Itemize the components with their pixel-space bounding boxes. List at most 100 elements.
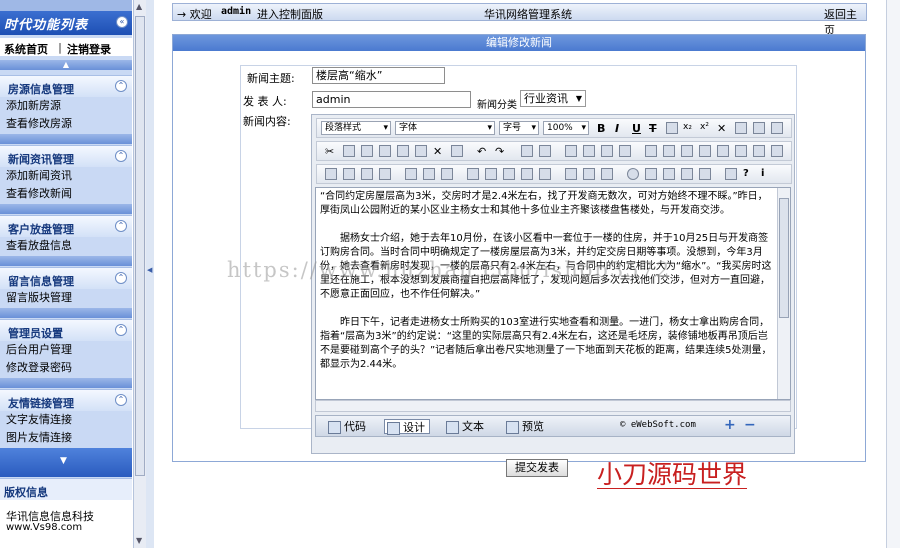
outdent-icon[interactable] [601,145,613,157]
submit-button[interactable]: 提交发表 [506,459,568,477]
section-header-house[interactable]: 房源信息管理 ⌃ [0,75,132,97]
main-scrollbar[interactable] [886,0,900,548]
style-icon[interactable] [699,145,711,157]
marquee-icon[interactable] [503,168,515,180]
author-input[interactable]: admin [312,91,471,108]
section-header-links[interactable]: 友情链接管理 ⌃ [0,389,132,411]
editor-content[interactable]: “合同约定房屋层高为3米，交房时才是2.4米左右，找了开发商无数次，可对方始终不… [315,187,791,400]
page-break-icon[interactable] [699,168,711,180]
scroll-down-icon[interactable]: ▼ [136,536,142,545]
logout-link[interactable]: 注销登录 [67,41,111,57]
sidebar-item-message-board[interactable]: 留言版块管理 [6,289,72,305]
abs-position-icon[interactable] [717,145,729,157]
copy-icon[interactable] [343,145,355,157]
collapse-section-icon[interactable]: ⌃ [115,324,127,336]
pointer-icon[interactable] [539,145,551,157]
content-scrollbar-thumb[interactable] [779,198,789,318]
justify-icon[interactable] [771,145,783,157]
bold-icon[interactable]: B [597,122,609,135]
superscript-icon[interactable]: x² [700,122,712,134]
align-right-icon[interactable] [771,122,783,134]
collapse-section-icon[interactable]: ⌃ [115,394,127,406]
file-icon[interactable] [379,168,391,180]
sidebar-item-edit-house[interactable]: 查看修改房源 [6,115,72,131]
sidebar-item-image-links[interactable]: 图片友情连接 [6,429,72,445]
category-select[interactable]: 行业资讯 ▼ [520,90,586,107]
zoom-in-icon[interactable]: + [724,417,736,433]
font-size-select[interactable]: 字号 ▾ [499,121,539,135]
section-header-news[interactable]: 新闻资讯管理 ⌃ [0,145,132,167]
remove-format-icon[interactable]: ✕ [717,122,729,135]
sidebar-item-add-house[interactable]: 添加新房源 [6,97,61,113]
sidebar-item-change-password[interactable]: 修改登录密码 [6,359,72,375]
subscript-icon[interactable]: x₂ [683,122,695,134]
strikethrough-icon[interactable]: T [649,122,661,135]
collapse-arrow-icon[interactable]: ◀ [147,266,152,274]
underline-icon[interactable]: U [632,122,644,135]
insert-row-icon[interactable] [423,168,435,180]
text-mode-tab[interactable]: 文本 [444,419,484,434]
frame-splitter[interactable]: ◀ [146,0,154,548]
flash-icon[interactable] [343,168,355,180]
scroll-up-icon[interactable]: ▲ [136,2,142,11]
select-all-icon[interactable] [521,145,533,157]
section-header-messages[interactable]: 留言信息管理 ⌃ [0,267,132,289]
unlink-icon[interactable] [583,168,595,180]
sidebar-item-user-admin[interactable]: 后台用户管理 [6,341,72,357]
collapse-section-icon[interactable]: ⌃ [115,150,127,162]
font-select[interactable]: 字体 ▾ [395,121,495,135]
media-icon[interactable] [361,168,373,180]
delete-icon[interactable]: ✕ [433,145,445,158]
highlight-icon[interactable] [681,145,693,157]
eraser-icon[interactable] [451,145,463,157]
collapse-section-icon[interactable]: ⌃ [115,80,127,92]
sidebar-item-text-links[interactable]: 文字友情连接 [6,411,72,427]
background-color-icon[interactable] [663,145,675,157]
code-mode-tab[interactable]: 代码 [326,419,366,434]
date-icon[interactable] [663,168,675,180]
italic-icon[interactable]: I [615,122,627,135]
sidebar-item-add-news[interactable]: 添加新闻资讯 [6,167,72,183]
hr-icon[interactable] [485,168,497,180]
paragraph-style-select[interactable]: 段落样式 ▾ [321,121,391,135]
sidebar-item-edit-news[interactable]: 查看修改新闻 [6,185,72,201]
backward-icon[interactable] [753,145,765,157]
cut-icon[interactable]: ✂ [325,145,337,158]
form-icon[interactable] [441,168,453,180]
time-icon[interactable] [681,168,693,180]
zoom-select[interactable]: 100% ▾ [543,121,589,135]
section-header-admin[interactable]: 管理员设置 ⌃ [0,319,132,341]
font-effect-icon[interactable] [666,122,678,134]
paste-icon[interactable] [361,145,373,157]
paste-text-icon[interactable] [379,145,391,157]
sidebar-item-view-listing[interactable]: 查看放盘信息 [6,237,72,253]
align-left-icon[interactable] [735,122,747,134]
forward-icon[interactable] [735,145,747,157]
footer-site[interactable]: www.Vs98.com [6,522,82,533]
ordered-list-icon[interactable] [565,145,577,157]
align-center-icon[interactable] [753,122,765,134]
emoticon-icon[interactable] [627,168,639,180]
undo-icon[interactable]: ↶ [477,145,489,158]
unordered-list-icon[interactable] [583,145,595,157]
content-scrollbar[interactable] [777,188,790,399]
content-hscrollbar[interactable] [315,400,791,412]
collapse-section-icon[interactable]: ⌃ [115,272,127,284]
chevron-down-icon[interactable]: ▼ [60,456,67,466]
control-panel-link[interactable]: 进入控制面版 [257,6,323,22]
design-mode-tab[interactable]: 设计 [384,419,430,435]
input-icon[interactable] [521,168,533,180]
special-char-icon[interactable] [645,168,657,180]
image-icon[interactable] [325,168,337,180]
textarea-icon[interactable] [539,168,551,180]
scrollbar-thumb[interactable] [135,16,145,476]
anchor-icon[interactable] [601,168,613,180]
link-icon[interactable] [565,168,577,180]
sidebar-scrollbar[interactable]: ▲ ▼ [133,0,146,548]
collapse-section-icon[interactable]: ⌃ [115,220,127,232]
about-icon[interactable]: i [761,168,773,180]
redo-icon[interactable]: ↷ [495,145,507,158]
paste-word-icon[interactable] [397,145,409,157]
preview-mode-tab[interactable]: 预览 [504,419,544,434]
zoom-out-icon[interactable]: − [744,417,756,433]
